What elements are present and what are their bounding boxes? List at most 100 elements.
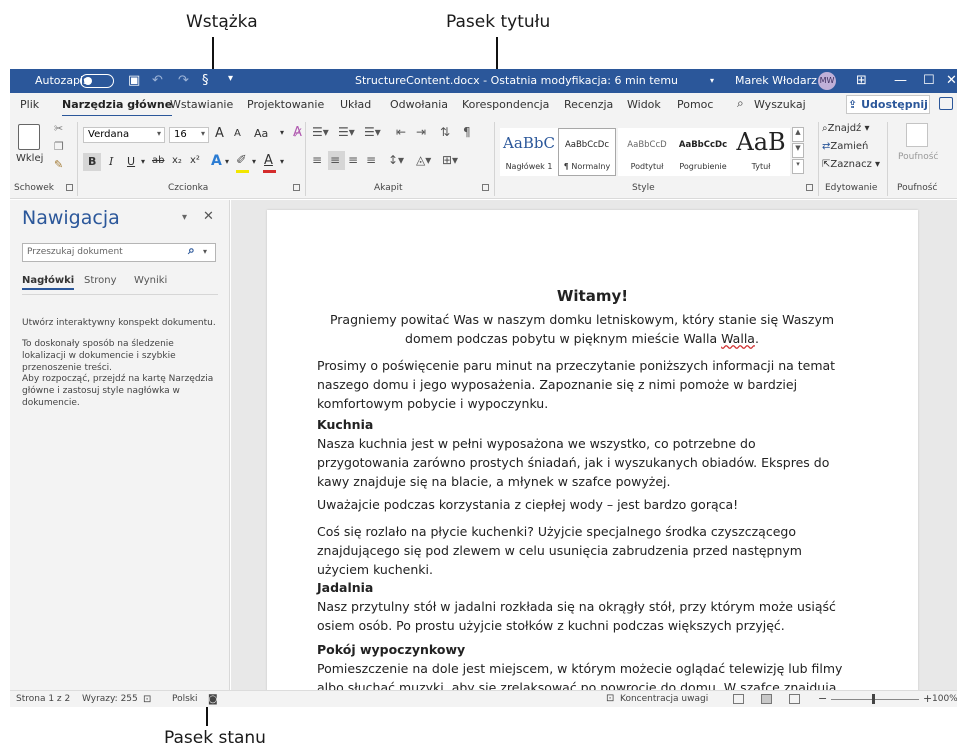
tab-help[interactable]: Pomoc bbox=[677, 98, 713, 111]
nav-options-icon[interactable]: ▾ bbox=[182, 212, 187, 223]
search-icon[interactable]: ⌕ bbox=[737, 96, 744, 111]
tab-mailings[interactable]: Korespondencja bbox=[462, 98, 549, 111]
close-icon[interactable]: ✕ bbox=[946, 73, 957, 88]
chevron-down-icon[interactable]: ▾ bbox=[252, 157, 256, 166]
tab-review[interactable]: Recenzja bbox=[564, 98, 613, 111]
increase-indent-icon[interactable]: ⇥ bbox=[416, 125, 426, 139]
accessibility-icon[interactable]: ◙ bbox=[208, 694, 218, 705]
font-family-select[interactable]: Verdana ▾ bbox=[83, 127, 165, 143]
nav-close-icon[interactable]: ✕ bbox=[203, 209, 214, 224]
change-case-button[interactable]: Aa bbox=[254, 127, 268, 140]
tab-insert[interactable]: Wstawianie bbox=[170, 98, 233, 111]
zoom-in-button[interactable]: + bbox=[923, 692, 932, 705]
sensitivity-icon[interactable] bbox=[906, 123, 928, 147]
subscript-button[interactable]: x₂ bbox=[172, 155, 182, 166]
tab-view[interactable]: Widok bbox=[627, 98, 661, 111]
align-right-icon[interactable]: ≡ bbox=[348, 153, 358, 167]
borders-icon[interactable]: ⊞▾ bbox=[442, 153, 458, 167]
save-icon[interactable]: ▣ bbox=[128, 73, 140, 88]
numbering-icon[interactable]: ☰▾ bbox=[338, 125, 355, 139]
multilevel-list-icon[interactable]: ☰▾ bbox=[364, 125, 381, 139]
status-page[interactable]: Strona 1 z 2 bbox=[16, 694, 70, 704]
document-area[interactable]: Witamy! Pragniemy powitać Was w naszym d… bbox=[231, 200, 957, 700]
clear-formatting-icon[interactable]: A̷ bbox=[293, 125, 302, 140]
chevron-down-icon[interactable]: ▾ bbox=[203, 247, 207, 256]
avatar[interactable]: MW bbox=[818, 72, 836, 90]
redo-icon[interactable]: ↷ bbox=[178, 73, 189, 88]
chevron-down-icon[interactable]: ▾ bbox=[280, 157, 284, 166]
shrink-font-button[interactable]: A bbox=[234, 128, 241, 139]
clipboard-launcher-icon[interactable] bbox=[66, 184, 73, 191]
share-button[interactable]: ⇪ Udostępnij bbox=[846, 95, 930, 114]
copy-icon[interactable]: ❐ bbox=[54, 140, 64, 153]
style-subtitle[interactable]: AaBbCcD Podtytuł bbox=[618, 128, 676, 176]
ribbon-display-options-icon[interactable]: ⊞ bbox=[856, 73, 867, 88]
select-button[interactable]: ⇱Zaznacz ▾ bbox=[822, 159, 880, 170]
zoom-level[interactable]: 100% bbox=[932, 694, 957, 704]
document-title[interactable]: StructureContent.docx - Ostatnia modyfik… bbox=[355, 74, 678, 87]
style-normal[interactable]: AaBbCcDc ¶ Normalny bbox=[558, 128, 616, 176]
align-center-icon[interactable]: ≡ bbox=[330, 153, 340, 167]
grow-font-button[interactable]: A bbox=[215, 126, 224, 141]
web-layout-icon[interactable] bbox=[789, 694, 800, 704]
sort-icon[interactable]: ⇅ bbox=[440, 125, 450, 139]
nav-tab-results[interactable]: Wyniki bbox=[134, 275, 167, 286]
underline-button[interactable]: U bbox=[127, 155, 135, 168]
chevron-down-icon[interactable]: ▾ bbox=[141, 157, 145, 166]
tab-file[interactable]: Plik bbox=[20, 98, 39, 111]
highlight-icon[interactable]: ✐ bbox=[236, 153, 247, 168]
text-effects-icon[interactable]: A bbox=[211, 153, 222, 169]
find-button[interactable]: ⌕Znajdź ▾ bbox=[822, 123, 870, 134]
print-layout-icon[interactable] bbox=[761, 694, 772, 704]
paste-label[interactable]: Wklej bbox=[16, 153, 43, 164]
align-left-icon[interactable]: ≡ bbox=[312, 153, 322, 167]
nav-tab-pages[interactable]: Strony bbox=[84, 275, 117, 286]
tab-references[interactable]: Odwołania bbox=[390, 98, 448, 111]
font-size-select[interactable]: 16 ▾ bbox=[169, 127, 209, 143]
read-mode-icon[interactable] bbox=[733, 694, 744, 704]
styles-scroll-down-icon[interactable]: ▼ bbox=[792, 143, 804, 158]
tab-layout[interactable]: Układ bbox=[340, 98, 371, 111]
zoom-slider-thumb[interactable] bbox=[872, 694, 875, 704]
font-launcher-icon[interactable] bbox=[293, 184, 300, 191]
zoom-out-button[interactable]: − bbox=[818, 692, 827, 705]
status-words[interactable]: Wyrazy: 255 bbox=[82, 694, 138, 704]
shading-icon[interactable]: ◬▾ bbox=[416, 153, 431, 167]
zoom-slider[interactable] bbox=[831, 699, 919, 700]
font-color-icon[interactable]: A bbox=[264, 153, 273, 168]
comments-icon[interactable] bbox=[939, 97, 953, 110]
style-title[interactable]: AaB Tytuł bbox=[732, 128, 790, 176]
bold-button[interactable]: B bbox=[88, 155, 96, 168]
maximize-icon[interactable]: ☐ bbox=[923, 73, 935, 88]
sensitivity-button[interactable]: Poufność bbox=[898, 152, 938, 162]
minimize-icon[interactable]: — bbox=[894, 73, 907, 88]
autosave-toggle[interactable] bbox=[80, 74, 114, 88]
touch-mode-icon[interactable]: § bbox=[202, 73, 209, 88]
strikethrough-button[interactable]: ab bbox=[152, 155, 164, 166]
focus-icon[interactable]: ⊡ bbox=[606, 693, 614, 704]
replace-button[interactable]: ⇄Zamień bbox=[822, 141, 868, 152]
tab-design[interactable]: Projektowanie bbox=[247, 98, 324, 111]
status-language[interactable]: Polski bbox=[172, 694, 198, 704]
title-chevron-icon[interactable]: ▾ bbox=[710, 76, 714, 85]
bullets-icon[interactable]: ☰▾ bbox=[312, 125, 329, 139]
search-icon[interactable]: ⌕ bbox=[188, 243, 195, 258]
proofing-icon[interactable]: ⊡ bbox=[143, 694, 151, 705]
show-formatting-icon[interactable]: ¶ bbox=[463, 125, 471, 139]
style-heading1[interactable]: AaBbC Nagłówek 1 bbox=[500, 128, 558, 176]
superscript-button[interactable]: x² bbox=[190, 155, 200, 166]
line-spacing-icon[interactable]: ↕▾ bbox=[388, 153, 404, 167]
cut-icon[interactable]: ✂ bbox=[54, 122, 63, 135]
tab-search[interactable]: Wyszukaj bbox=[754, 98, 806, 111]
italic-button[interactable]: I bbox=[109, 155, 113, 168]
tab-home[interactable]: Narzędzia główne bbox=[62, 98, 173, 117]
styles-more-icon[interactable]: ▾ bbox=[792, 159, 804, 174]
decrease-indent-icon[interactable]: ⇤ bbox=[396, 125, 406, 139]
format-painter-icon[interactable]: ✎ bbox=[54, 158, 63, 171]
nav-search-input[interactable]: Przeszukaj dokument bbox=[22, 243, 216, 262]
styles-scroll-up-icon[interactable]: ▲ bbox=[792, 127, 804, 142]
chevron-down-icon[interactable]: ▾ bbox=[280, 128, 284, 137]
document-page[interactable]: Witamy! Pragniemy powitać Was w naszym d… bbox=[267, 210, 918, 700]
paragraph-launcher-icon[interactable] bbox=[482, 184, 489, 191]
user-name[interactable]: Marek Włodarz bbox=[735, 74, 817, 87]
